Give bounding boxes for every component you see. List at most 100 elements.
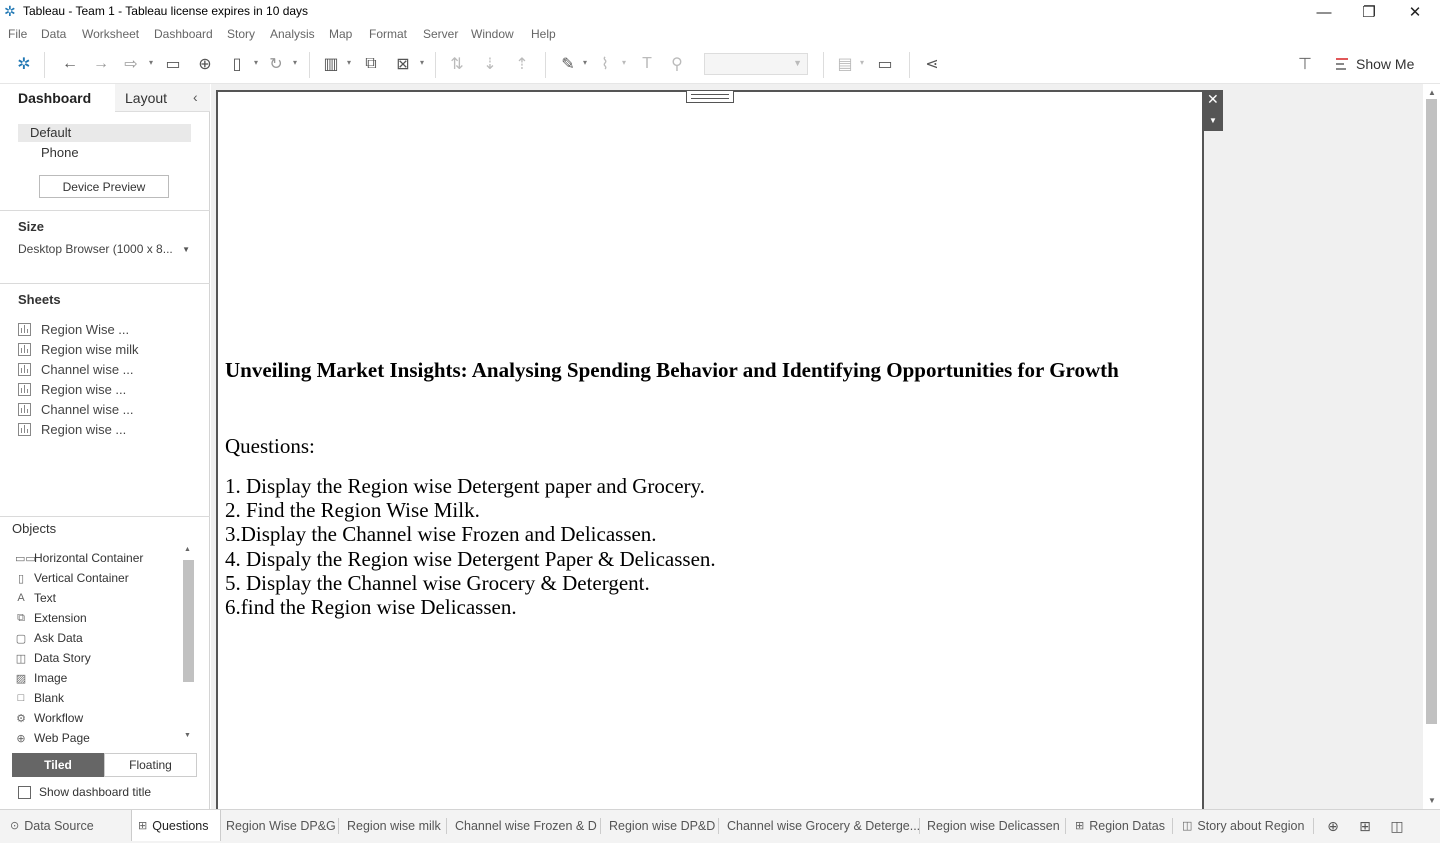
menu-format[interactable]: Format [369,27,407,41]
dashboard-icon: ⊞ [1075,820,1085,832]
more-options-icon[interactable]: ▼ [1209,116,1217,125]
tab-region-datas[interactable]: ⊞ Region Datas [1069,810,1165,841]
object-data-story[interactable]: ◫ Data Story [15,649,91,667]
refresh-icon[interactable]: ↻ [265,54,287,74]
object-web-page[interactable]: ⊕ Web Page [15,729,89,747]
sheet-item[interactable]: Region Wise ... [18,320,129,338]
tab-label: Region Wise DP&G [226,818,336,833]
share-icon[interactable]: ⋖ [921,54,943,74]
show-me-label: Show Me [1356,56,1415,72]
tab-region-wise-dpg[interactable]: Region Wise DP&G [220,810,336,841]
remove-object-icon[interactable]: ✕ [1207,92,1219,106]
tab-label: Region wise Delicassen [927,818,1060,833]
tiled-button[interactable]: Tiled [12,753,104,777]
show-me-button[interactable]: Show Me [1336,53,1414,75]
tab-label: Questions [152,818,209,833]
object-ask-data[interactable]: ▢ Ask Data [15,629,83,647]
sheet-item[interactable]: Region wise milk [18,340,139,358]
new-data-source-icon[interactable]: ⊕ [194,54,216,74]
collapse-panel-icon[interactable]: ‹ [193,89,198,105]
menu-analysis[interactable]: Analysis [270,27,315,41]
size-select[interactable]: Desktop Browser (1000 x 8... ▼ [18,242,192,260]
scroll-down-icon[interactable]: ▼ [1428,796,1436,805]
tab-dashboard[interactable]: Dashboard [0,84,115,112]
object-horizontal-container[interactable]: ▭▭ Horizontal Container [15,549,143,567]
sheet-item[interactable]: Channel wise ... [18,400,134,418]
dashboard-text-object[interactable] [216,90,1204,809]
sheet-item[interactable]: Region wise ... [18,380,126,398]
close-window-button[interactable]: ✕ [1392,0,1438,24]
device-default[interactable]: Default [18,124,191,142]
pause-updates-icon[interactable]: ▯ [226,54,248,74]
checkbox-icon[interactable] [18,785,31,799]
restore-button[interactable]: ❐ [1346,0,1392,24]
redo-icon[interactable]: → [90,54,112,74]
menu-map[interactable]: Map [329,27,352,41]
scrollbar-thumb[interactable] [1426,99,1437,724]
tab-data-source[interactable]: ⊙ Data Source [4,810,94,841]
object-image[interactable]: ▨ Image [15,669,68,687]
replay-icon[interactable]: ⇨ [120,54,142,74]
tab-channel-wise-grocery[interactable]: Channel wise Grocery & Deterge... [721,810,920,841]
device-phone[interactable]: Phone [18,144,191,162]
drag-handle[interactable] [686,90,734,103]
worksheet-icon [18,342,31,356]
save-icon[interactable]: ▭ [162,54,184,74]
clear-sheet-icon[interactable]: ⊠ [392,54,414,74]
menu-server[interactable]: Server [423,27,458,41]
scroll-down-icon[interactable]: ▼ [184,732,191,739]
worksheet-icon [18,422,31,436]
group-icon[interactable]: ⌇ [594,54,616,74]
fit-select[interactable]: ▼ [704,53,808,75]
new-story-icon[interactable]: ◫ [1386,816,1408,836]
scrollbar-thumb[interactable] [183,560,194,682]
object-controls: ✕ ▼ [1203,90,1223,131]
device-preview-button[interactable]: Device Preview [39,175,169,198]
menu-file[interactable]: File [8,27,27,41]
swap-icon[interactable]: ⇅ [446,54,468,74]
object-extension[interactable]: ⧉ Extension [15,609,87,627]
duplicate-icon[interactable]: ⧉ [360,54,382,74]
menu-story[interactable]: Story [227,27,255,41]
labels-icon[interactable]: T [636,54,658,74]
sheet-item[interactable]: Region wise ... [18,420,126,438]
sheet-item[interactable]: Channel wise ... [18,360,134,378]
object-blank[interactable]: □ Blank [15,689,64,707]
pin-icon[interactable]: ⚲ [666,54,688,74]
object-vertical-container[interactable]: ▯ Vertical Container [15,569,129,587]
floating-button[interactable]: Floating [104,753,197,777]
presentation-mode-icon[interactable]: ▭ [874,54,896,74]
tab-channel-wise-frozen[interactable]: Channel wise Frozen & D [449,810,597,841]
scroll-up-icon[interactable]: ▲ [1428,88,1436,97]
object-label: Blank [34,691,65,705]
canvas-scrollbar[interactable]: ▲ ▼ [1423,84,1440,809]
undo-icon[interactable]: ← [59,54,81,74]
dashboard-side-panel: Dashboard Layout ‹ Default Phone Device … [0,84,210,809]
show-dashboard-title-checkbox[interactable]: Show dashboard title [18,785,151,799]
menu-worksheet[interactable]: Worksheet [82,27,139,41]
menu-window[interactable]: Window [471,27,514,41]
tab-region-wise-delicassen[interactable]: Region wise Delicassen [921,810,1060,841]
new-worksheet-icon[interactable]: ▥ [320,54,342,74]
tab-story-about-region[interactable]: ◫ Story about Region [1176,810,1304,841]
scroll-up-icon[interactable]: ▲ [184,546,191,553]
new-worksheet-icon[interactable]: ⊕ [1322,816,1344,836]
tab-region-wise-dpd[interactable]: Region wise DP&D [603,810,715,841]
tab-region-wise-milk[interactable]: Region wise milk [341,810,441,841]
sort-descending-icon[interactable]: ⇡ [511,54,533,74]
presenter-icon[interactable]: ⊤ [1298,54,1318,74]
minimize-button[interactable]: — [1301,0,1347,24]
sort-ascending-icon[interactable]: ⇣ [479,54,501,74]
tableau-home-icon[interactable]: ✲ [13,54,35,74]
image-icon: ▨ [15,672,27,685]
menu-dashboard[interactable]: Dashboard [154,27,213,41]
menu-help[interactable]: Help [531,27,556,41]
menu-data[interactable]: Data [41,27,66,41]
new-dashboard-icon[interactable]: ⊞ [1354,816,1376,836]
object-text[interactable]: A Text [15,589,56,607]
tab-questions[interactable]: ⊞ Questions [131,810,221,841]
show-cards-icon[interactable]: ▤ [834,54,856,74]
highlight-icon[interactable]: ✎ [557,54,579,74]
object-workflow[interactable]: ⚙ Workflow [15,709,83,727]
objects-scrollbar[interactable]: ▲ ▼ [181,546,195,742]
